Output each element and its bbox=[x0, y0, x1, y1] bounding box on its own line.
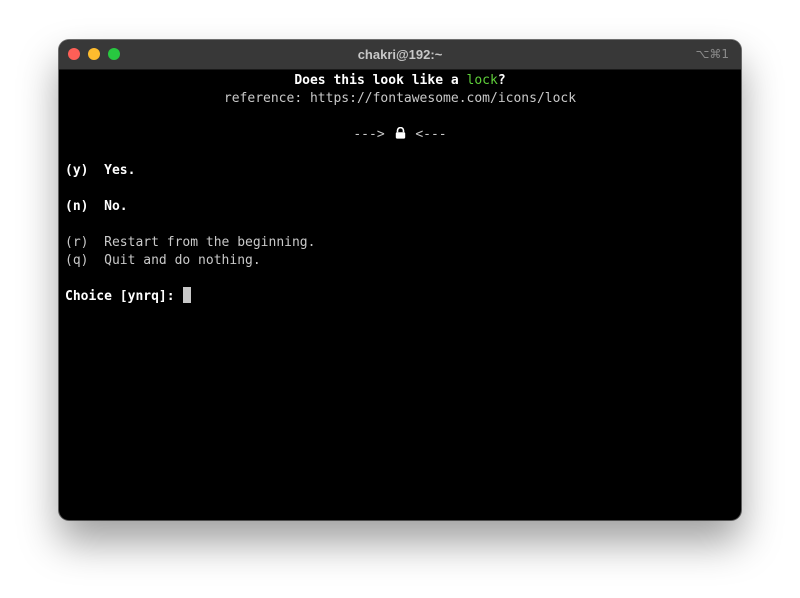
arrow-left: ---> bbox=[353, 127, 385, 142]
option-label: Yes. bbox=[104, 163, 136, 178]
option-restart: (r) Restart from the beginning. bbox=[65, 234, 315, 252]
text-cursor bbox=[183, 287, 192, 303]
option-yes: (y) Yes. bbox=[65, 162, 135, 180]
option-key: (r) bbox=[65, 235, 89, 250]
option-quit: (q) Quit and do nothing. bbox=[65, 252, 261, 270]
question-prefix: Does this look like a bbox=[294, 73, 467, 88]
prompt-line[interactable]: Choice [ynrq]: bbox=[65, 287, 192, 305]
title-bar[interactable]: chakri@192:~ ⌥⌘1 bbox=[59, 40, 741, 70]
option-no: (n) No. bbox=[65, 198, 128, 216]
icon-name: lock bbox=[466, 73, 498, 88]
option-label: Restart from the beginning. bbox=[104, 235, 316, 250]
reference-line: reference: https://fontawesome.com/icons… bbox=[223, 91, 577, 106]
option-key: (n) bbox=[65, 199, 89, 214]
lock-icon bbox=[395, 126, 406, 145]
option-label: Quit and do nothing. bbox=[104, 253, 261, 268]
question-line: Does this look like a lock? bbox=[65, 72, 735, 90]
option-label: No. bbox=[104, 199, 128, 214]
window-shortcut: ⌥⌘1 bbox=[695, 47, 729, 61]
question-suffix: ? bbox=[497, 73, 506, 88]
prompt-text: Choice [ynrq]: bbox=[65, 289, 183, 304]
option-key: (y) bbox=[65, 163, 89, 178]
terminal-window: chakri@192:~ ⌥⌘1 Does this look like a l… bbox=[59, 40, 741, 520]
option-key: (q) bbox=[65, 253, 89, 268]
icon-preview-line: ---> <--- bbox=[65, 126, 735, 144]
window-title: chakri@192:~ bbox=[357, 47, 443, 62]
arrow-right: <--- bbox=[415, 127, 447, 142]
